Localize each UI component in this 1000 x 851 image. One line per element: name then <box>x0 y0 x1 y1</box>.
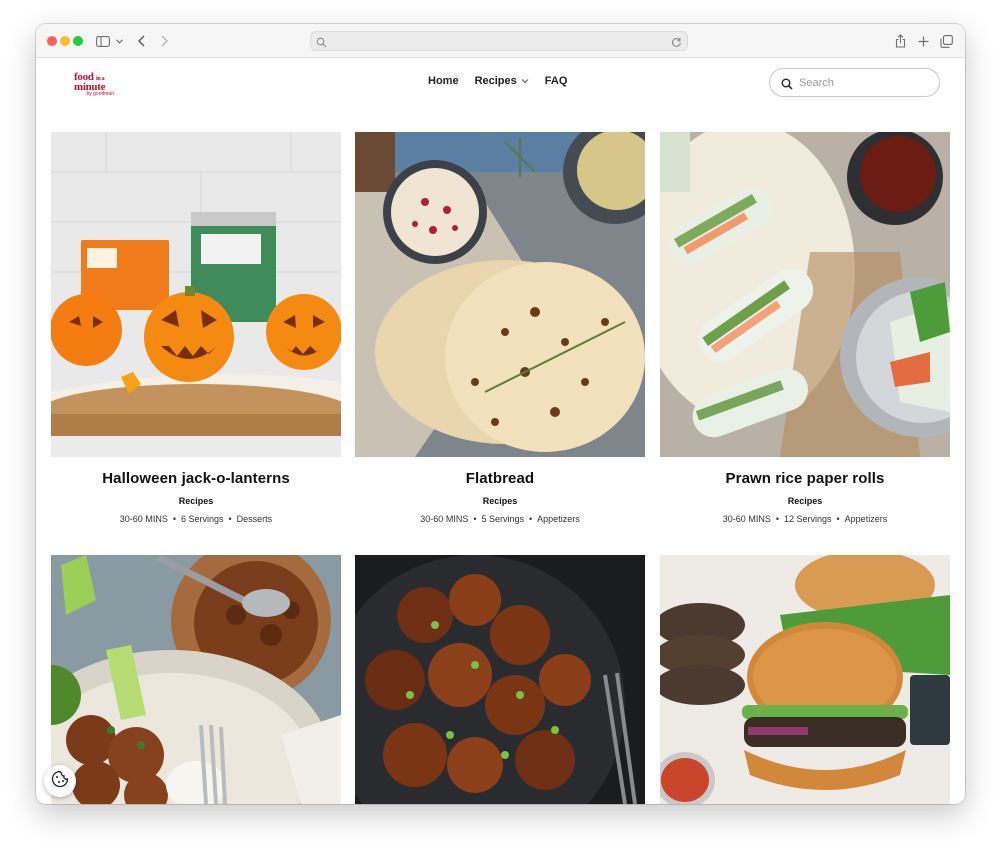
nav-recipes-link[interactable]: Recipes <box>475 75 529 87</box>
browser-toolbar <box>36 24 965 58</box>
separator: • <box>836 514 840 524</box>
recipe-title[interactable]: Prawn rice paper rolls <box>660 470 950 487</box>
chevron-down-icon <box>521 79 529 84</box>
new-tab-icon[interactable] <box>916 31 930 51</box>
separator: • <box>172 514 176 524</box>
recipe-course[interactable]: Appetizers <box>845 514 888 524</box>
recipe-meta: 30-60 MINS • 5 Servings • Appetizers <box>355 514 645 524</box>
recipe-meta: 30-60 MINS • 12 Servings • Appetizers <box>660 514 950 524</box>
nav-recipes-label: Recipes <box>474 75 517 87</box>
separator: • <box>473 514 477 524</box>
recipe-card[interactable] <box>51 555 341 804</box>
recipe-image[interactable] <box>51 555 341 804</box>
recipe-title[interactable]: Flatbread <box>355 470 645 487</box>
recipe-servings: 6 Servings <box>180 514 224 524</box>
separator: • <box>529 514 533 524</box>
recipe-time: 30-60 MINS <box>119 514 168 524</box>
recipe-category[interactable]: Recipes <box>51 496 341 506</box>
search-icon <box>781 77 793 95</box>
separator: • <box>775 514 779 524</box>
web-page: food in a minute by goodman Home Recipes… <box>36 59 965 804</box>
site-logo[interactable]: food in a minute by goodman <box>74 72 114 100</box>
recipe-title[interactable]: Halloween jack-o-lanterns <box>51 470 341 487</box>
cookie-settings-button[interactable] <box>44 765 76 797</box>
recipe-card-info: Prawn rice paper rolls Recipes 30-60 MIN… <box>660 468 950 528</box>
recipe-servings: 5 Servings <box>481 514 525 524</box>
address-bar[interactable] <box>310 31 688 51</box>
recipe-card[interactable] <box>355 132 645 462</box>
share-icon[interactable] <box>893 31 907 51</box>
close-window-button[interactable] <box>47 36 57 46</box>
recipe-time: 30-60 MINS <box>420 514 469 524</box>
recipe-image[interactable] <box>660 132 950 457</box>
main-nav: Home Recipes FAQ <box>428 73 567 89</box>
recipe-image[interactable] <box>51 132 341 457</box>
site-search[interactable] <box>769 68 940 97</box>
chevron-down-icon[interactable] <box>114 31 124 51</box>
search-input[interactable] <box>799 74 929 92</box>
nav-faq-link[interactable]: FAQ <box>545 75 568 87</box>
recipe-course[interactable]: Desserts <box>237 514 273 524</box>
recipe-image[interactable] <box>355 555 645 804</box>
sidebar-icon[interactable] <box>95 31 111 51</box>
recipe-card[interactable] <box>51 132 341 462</box>
separator: • <box>228 514 232 524</box>
recipe-image[interactable] <box>355 132 645 457</box>
recipe-image[interactable] <box>660 555 950 804</box>
recipe-category[interactable]: Recipes <box>355 496 645 506</box>
zoom-window-button[interactable] <box>73 36 83 46</box>
search-icon <box>316 35 327 53</box>
tabs-overview-icon[interactable] <box>939 31 953 51</box>
recipe-card[interactable] <box>660 132 950 462</box>
recipe-card[interactable] <box>355 555 645 804</box>
recipe-card-info: Halloween jack-o-lanterns Recipes 30-60 … <box>51 468 341 528</box>
nav-home-link[interactable]: Home <box>428 75 459 87</box>
recipe-card-info: Flatbread Recipes 30-60 MINS • 5 Servings •… <box>355 468 645 528</box>
cookie-icon <box>51 770 69 793</box>
recipe-servings: 12 Servings <box>783 514 832 524</box>
browser-window: food in a minute by goodman Home Recipes… <box>36 24 965 804</box>
recipe-card[interactable] <box>660 555 950 804</box>
back-icon[interactable] <box>135 31 147 51</box>
reload-icon[interactable] <box>671 35 682 53</box>
minimize-window-button[interactable] <box>60 36 70 46</box>
recipe-meta: 30-60 MINS • 6 Servings • Desserts <box>51 514 341 524</box>
recipe-time: 30-60 MINS <box>722 514 771 524</box>
recipe-category[interactable]: Recipes <box>660 496 950 506</box>
recipe-course[interactable]: Appetizers <box>537 514 580 524</box>
forward-icon[interactable] <box>158 31 170 51</box>
